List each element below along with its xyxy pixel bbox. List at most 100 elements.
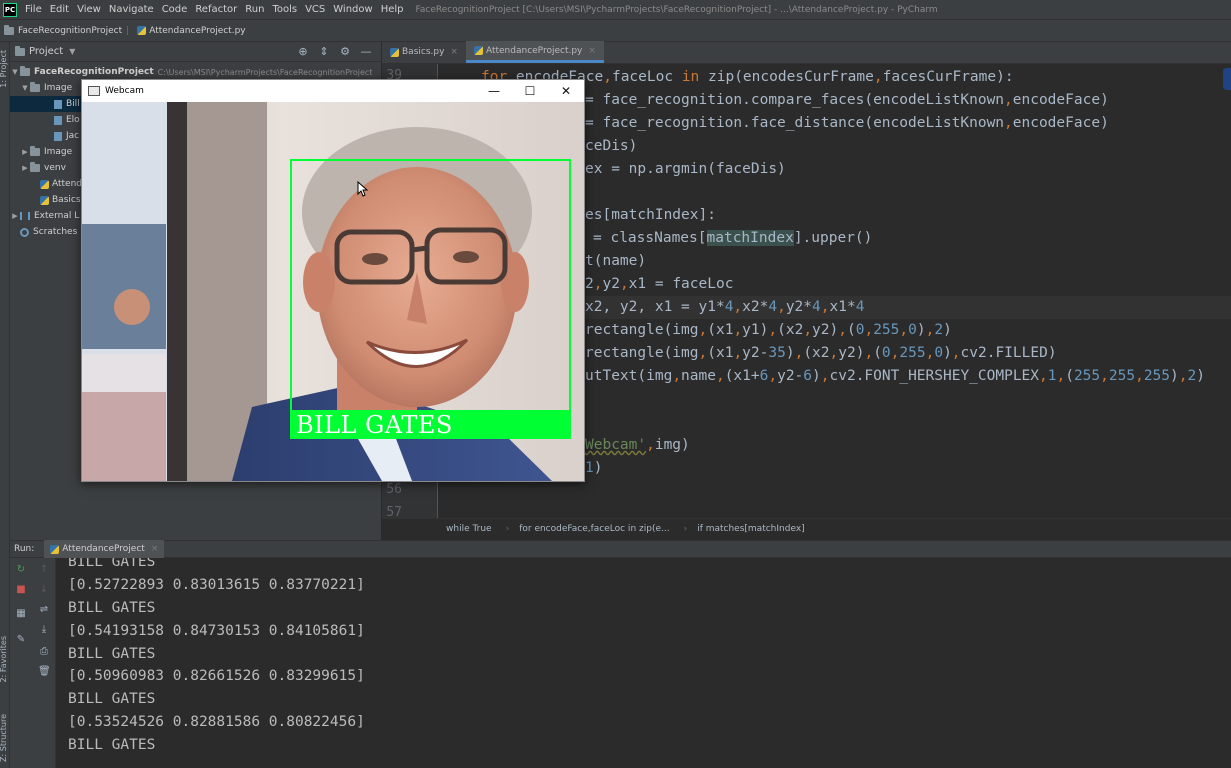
soft-wrap-icon[interactable]: ⇌ bbox=[38, 604, 50, 616]
image-file-icon bbox=[54, 99, 62, 109]
tree-item-label: Basics bbox=[52, 195, 81, 205]
console-line: BILL GATES bbox=[68, 646, 156, 662]
maximize-button[interactable]: ☐ bbox=[512, 84, 548, 98]
pin-icon[interactable]: ✎ bbox=[15, 634, 27, 646]
scroll-to-end-icon[interactable]: ⤓ bbox=[38, 624, 50, 636]
right-edge-widget bbox=[1223, 68, 1231, 90]
code-line: ex = np.argmin(faceDis) bbox=[585, 161, 786, 177]
layout-icon[interactable]: ▦ bbox=[15, 608, 27, 620]
expand-arrow-icon[interactable]: ▶ bbox=[10, 212, 20, 220]
print-icon[interactable]: ⎙ bbox=[38, 646, 50, 658]
python-file-icon bbox=[40, 179, 49, 189]
nav-file[interactable]: AttendanceProject.py bbox=[133, 26, 246, 36]
webcam-window-title: Webcam bbox=[105, 86, 144, 96]
project-panel-header: Project ▼ ⊕ ⇕ ⚙ — bbox=[10, 42, 381, 62]
window-title: FaceRecognitionProject [C:\Users\MSI\Pyc… bbox=[415, 4, 938, 15]
minimize-button[interactable]: — bbox=[476, 84, 512, 98]
tree-item-label: Scratches bbox=[33, 227, 78, 237]
close-icon[interactable]: × bbox=[151, 544, 159, 554]
tree-item-label: Elo bbox=[66, 115, 80, 125]
hide-icon[interactable]: — bbox=[360, 45, 372, 58]
editor-tab-bar: Basics.py × AttendanceProject.py × bbox=[382, 41, 1231, 64]
expand-arrow-icon[interactable]: ▼ bbox=[10, 68, 20, 76]
menu-tools[interactable]: Tools bbox=[268, 4, 301, 15]
console-line: BILL GATES bbox=[68, 558, 156, 570]
folder-icon bbox=[20, 66, 30, 76]
breadcrumb-item[interactable]: if matches[matchIndex] bbox=[697, 524, 804, 534]
code-line: 1) bbox=[585, 460, 603, 476]
tab-basics[interactable]: Basics.py × bbox=[382, 41, 466, 63]
rerun-icon[interactable]: ↻ bbox=[15, 564, 27, 576]
close-icon[interactable]: × bbox=[450, 47, 458, 57]
gear-icon[interactable]: ⚙ bbox=[339, 45, 351, 58]
webcam-titlebar[interactable]: Webcam — ☐ ✕ bbox=[82, 80, 584, 102]
python-file-icon bbox=[473, 46, 483, 55]
tool-tab-favorites[interactable]: 2: Favorites bbox=[0, 636, 8, 682]
tab-label: Basics.py bbox=[402, 47, 445, 57]
console-output[interactable]: BILL GATES [0.52722893 0.83013615 0.8377… bbox=[56, 558, 1231, 768]
scratches-icon bbox=[20, 227, 29, 237]
menu-refactor[interactable]: Refactor bbox=[191, 4, 241, 15]
arrow-down-icon[interactable]: ↓ bbox=[38, 584, 50, 596]
expand-arrow-icon[interactable]: ▼ bbox=[20, 84, 30, 92]
tab-attendance-project[interactable]: AttendanceProject.py × bbox=[465, 41, 604, 63]
python-file-icon bbox=[390, 47, 399, 57]
chevron-down-icon[interactable]: ▼ bbox=[69, 47, 75, 56]
mouse-cursor-icon bbox=[357, 181, 369, 197]
tree-item-label: External L bbox=[34, 211, 80, 221]
run-tab[interactable]: AttendanceProject × bbox=[44, 540, 165, 558]
folder-icon bbox=[4, 24, 14, 35]
line-number: 56 bbox=[386, 482, 402, 497]
breadcrumb-item[interactable]: for encodeFace,faceLoc in zip(e... bbox=[519, 524, 669, 534]
tool-tab-structure[interactable]: Z: Structure bbox=[0, 714, 8, 762]
folder-icon bbox=[30, 146, 40, 156]
tree-item-label: Jac bbox=[66, 131, 80, 141]
menu-window[interactable]: Window bbox=[329, 4, 376, 15]
expand-arrow-icon[interactable]: ▶ bbox=[20, 164, 30, 172]
breadcrumb-separator: › bbox=[505, 523, 510, 534]
tool-tab-project[interactable]: 1: Project bbox=[0, 50, 8, 88]
menu-file[interactable]: File bbox=[21, 4, 46, 15]
run-tab-label: AttendanceProject bbox=[62, 544, 145, 554]
python-file-icon bbox=[40, 195, 49, 205]
menu-edit[interactable]: Edit bbox=[46, 4, 73, 15]
window-icon bbox=[88, 86, 100, 96]
locate-icon[interactable]: ⊕ bbox=[297, 45, 309, 58]
python-file-icon bbox=[137, 26, 147, 35]
right-edge-mark bbox=[1209, 134, 1231, 142]
nav-project[interactable]: FaceRecognitionProject bbox=[0, 24, 122, 36]
menu-help[interactable]: Help bbox=[377, 4, 408, 15]
nav-separator: | bbox=[126, 25, 130, 36]
close-icon[interactable]: × bbox=[588, 46, 596, 56]
collapse-icon[interactable]: ⇕ bbox=[318, 45, 330, 58]
code-line: es[matchIndex]: bbox=[585, 207, 716, 223]
code-line: rectangle(img,(x1,y1),(x2,y2),(0,255,0),… bbox=[585, 322, 952, 338]
close-button[interactable]: ✕ bbox=[548, 84, 584, 98]
menu-vcs[interactable]: VCS bbox=[301, 4, 329, 15]
menu-code[interactable]: Code bbox=[158, 4, 192, 15]
tree-item-label: Image bbox=[44, 147, 73, 157]
arrow-up-icon[interactable]: ↑ bbox=[38, 564, 50, 576]
console-line: BILL GATES bbox=[68, 600, 156, 616]
code-line: ceDis) bbox=[585, 138, 638, 154]
breadcrumb-item[interactable]: while True bbox=[446, 524, 492, 534]
trash-icon[interactable]: 🗑 bbox=[38, 666, 51, 678]
left-tool-strip: 1: Project 2: Favorites Z: Structure bbox=[0, 42, 10, 768]
run-panel-header: Run: AttendanceProject × bbox=[10, 540, 1231, 558]
console-line: [0.54193158 0.84730153 0.84105861] bbox=[68, 623, 365, 639]
menu-run[interactable]: Run bbox=[241, 4, 268, 15]
navigation-bar: FaceRecognitionProject | AttendanceProje… bbox=[0, 20, 1231, 42]
project-panel-title[interactable]: Project bbox=[29, 46, 63, 57]
console-line: [0.52722893 0.83013615 0.83770221] bbox=[68, 577, 365, 593]
run-label: Run: bbox=[14, 544, 35, 554]
folder-icon bbox=[30, 162, 40, 172]
menu-view[interactable]: View bbox=[73, 4, 105, 15]
expand-arrow-icon[interactable]: ▶ bbox=[20, 148, 30, 156]
menu-navigate[interactable]: Navigate bbox=[105, 4, 158, 15]
breadcrumb: while True › for encodeFace,faceLoc in z… bbox=[382, 518, 1231, 538]
stop-icon[interactable]: ■ bbox=[15, 584, 27, 596]
tree-item-root[interactable]: ▼ FaceRecognitionProject C:\Users\MSI\Py… bbox=[10, 64, 382, 80]
run-toolbar: ↻ ■ ▦ ✎ bbox=[10, 558, 32, 768]
webcam-frame: BILL GATES bbox=[82, 102, 584, 481]
code-line: x2, y2, x1 = y1*4,x2*4,y2*4,x1*4 bbox=[585, 299, 865, 315]
